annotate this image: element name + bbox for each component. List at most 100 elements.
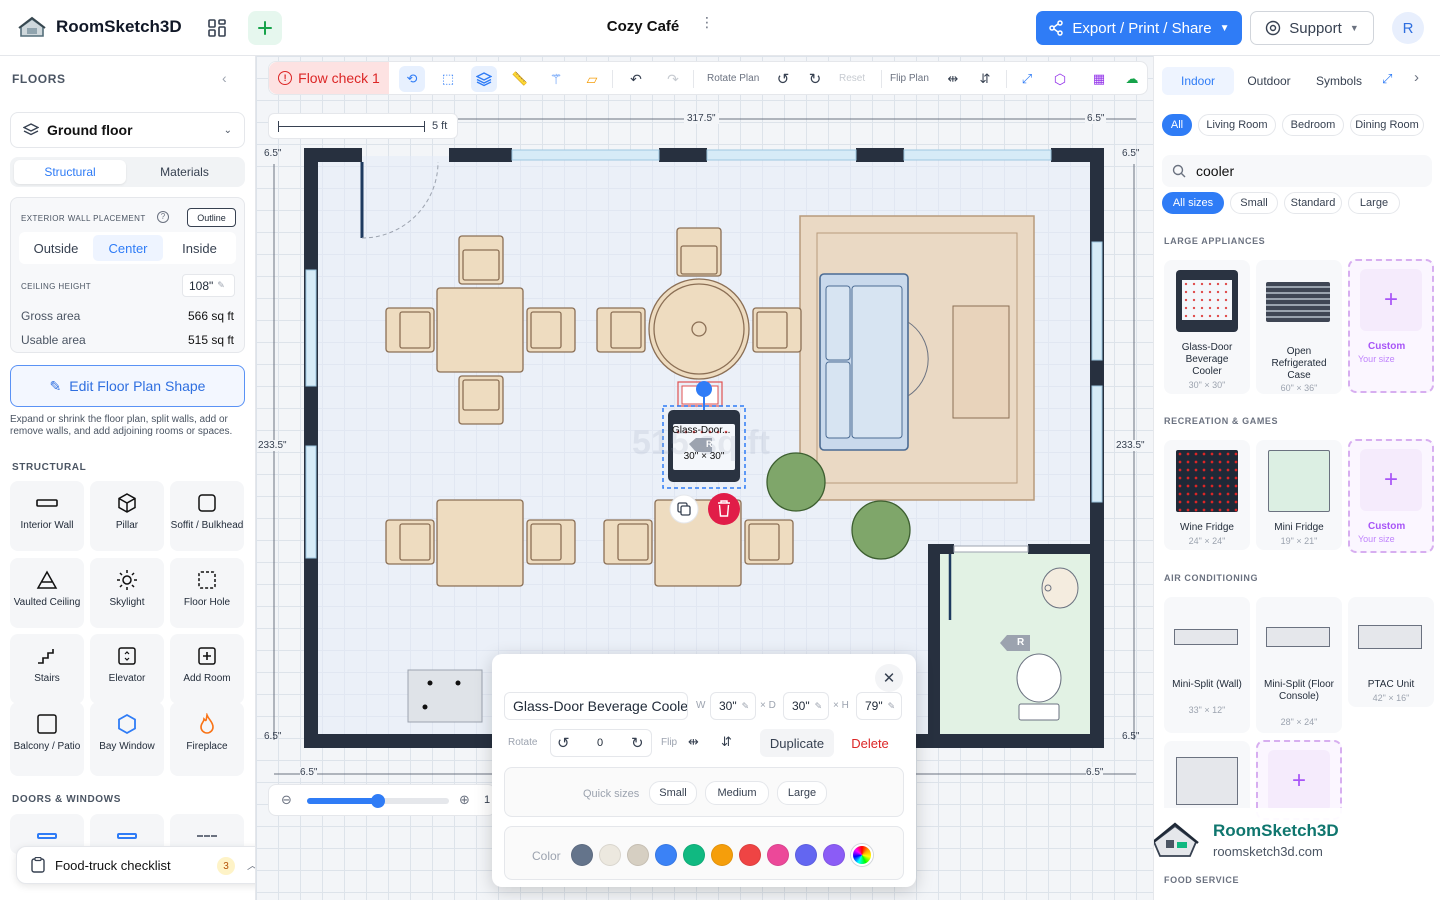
catalog-mini-split-wall[interactable]: Mini-Split (Wall) 33" × 12" <box>1164 597 1250 733</box>
tile-floor-hole[interactable]: Floor Hole <box>170 558 244 628</box>
catalog-ptac-unit[interactable]: PTAC Unit 42" × 16" <box>1348 597 1434 707</box>
tile-pillar[interactable]: Pillar <box>90 481 164 551</box>
zoom-out-icon[interactable]: ⊖ <box>281 792 292 808</box>
catalog-custom-large[interactable]: + Custom Your size <box>1348 259 1434 393</box>
quick-size-medium[interactable]: Medium <box>705 781 769 805</box>
room-chip-bedroom[interactable]: Bedroom <box>1282 114 1344 136</box>
user-avatar[interactable]: R <box>1392 12 1424 44</box>
rotate-left-icon[interactable]: ↺ <box>775 71 791 88</box>
rotate-right-icon[interactable]: ↻ <box>807 71 823 88</box>
delete-button[interactable]: Delete <box>840 729 900 757</box>
room-chip-all[interactable]: All <box>1162 114 1192 136</box>
duplicate-item-icon[interactable] <box>670 495 698 523</box>
magnet-snap-icon[interactable]: ⟲ <box>399 66 425 92</box>
tile-bay-window[interactable]: Bay Window <box>90 702 164 776</box>
export-print-share-button[interactable]: Export / Print / Share ▼ <box>1036 11 1242 45</box>
rotate-cw-icon[interactable]: ↻ <box>631 734 644 752</box>
color-swatch-8[interactable] <box>767 844 789 866</box>
zoom-slider-handle[interactable] <box>371 794 385 808</box>
tile-balcony-patio[interactable]: Balcony / Patio <box>10 702 84 776</box>
size-chip-standard[interactable]: Standard <box>1284 192 1342 214</box>
tab-structural[interactable]: Structural <box>14 160 126 184</box>
flip-vertical-icon[interactable]: ⇵ <box>977 71 993 87</box>
color-swatch-1[interactable] <box>571 844 593 866</box>
flip-horizontal-icon[interactable]: ⇹ <box>688 734 699 750</box>
flip-horizontal-icon[interactable]: ⇹ <box>945 71 961 87</box>
size-chip-small[interactable]: Small <box>1230 192 1278 214</box>
select-cursor-icon[interactable]: ⬚ <box>440 71 456 87</box>
floor-select[interactable]: Ground floor ⌄ <box>10 112 245 148</box>
edit-floor-plan-button[interactable]: ✎ Edit Floor Plan Shape <box>10 365 245 407</box>
quick-size-large[interactable]: Large <box>777 781 827 805</box>
color-swatch-9[interactable] <box>795 844 817 866</box>
expand-panel-icon[interactable]: ⤢ <box>1382 71 1392 87</box>
cloud-save-icon[interactable]: ☁ <box>1124 71 1140 87</box>
rotate-value[interactable]: 0 <box>597 737 603 749</box>
next-tabs-icon[interactable]: › <box>1414 69 1419 86</box>
more-options-icon[interactable]: ⋮ <box>700 15 714 36</box>
undo-icon[interactable]: ↶ <box>628 71 644 87</box>
depth-input[interactable]: 30" ✎ <box>783 692 829 720</box>
zoom-slider[interactable] <box>307 794 449 808</box>
help-circle-icon[interactable]: ? <box>157 211 169 223</box>
quick-size-small[interactable]: Small <box>649 781 697 805</box>
tile-skylight[interactable]: Skylight <box>90 558 164 628</box>
magic-wand-icon[interactable]: ⚚ <box>548 71 564 87</box>
item-name-input[interactable]: Glass-Door Beverage Cooler <box>504 692 688 720</box>
selected-rotate-handle-icon[interactable] <box>700 326 708 334</box>
rotate-ccw-icon[interactable]: ↺ <box>557 734 570 752</box>
tile-fireplace[interactable]: Fireplace <box>170 702 244 776</box>
catalog-custom-recreation[interactable]: + Custom Your size <box>1348 439 1434 553</box>
color-swatch-5[interactable] <box>683 844 705 866</box>
redo-icon[interactable]: ↷ <box>665 71 681 87</box>
room-chip-living-room[interactable]: Living Room <box>1198 114 1276 136</box>
tile-soffit-bulkhead[interactable]: Soffit / Bulkhead <box>170 481 244 551</box>
size-chip-large[interactable]: Large <box>1348 192 1400 214</box>
add-project-button[interactable] <box>248 11 282 45</box>
color-swatch-6[interactable] <box>711 844 733 866</box>
building-icon[interactable]: ▦ <box>1091 71 1107 87</box>
catalog-glass-door-cooler[interactable]: Glass-Door Beverage Cooler 30" × 30" <box>1164 260 1250 394</box>
note-icon[interactable]: ▱ <box>584 71 600 87</box>
size-chip-all-sizes[interactable]: All sizes <box>1162 192 1224 214</box>
color-swatch-3[interactable] <box>627 844 649 866</box>
tab-outdoor[interactable]: Outdoor <box>1234 67 1304 95</box>
tab-materials[interactable]: Materials <box>128 160 241 184</box>
placement-inside[interactable]: Inside <box>163 232 236 264</box>
zoom-in-icon[interactable]: ⊕ <box>459 792 470 808</box>
delete-item-icon[interactable] <box>708 493 740 525</box>
duplicate-button[interactable]: Duplicate <box>760 729 834 757</box>
flip-vertical-icon[interactable]: ⇵ <box>721 734 732 750</box>
color-swatch-2[interactable] <box>599 844 621 866</box>
flow-check-button[interactable]: ! Flow check 1 <box>269 62 389 94</box>
tile-add-room[interactable]: Add Room <box>170 634 244 704</box>
tile-elevator[interactable]: Elevator <box>90 634 164 704</box>
food-truck-checklist[interactable]: Food-truck checklist 3 ︿ <box>16 846 255 884</box>
ceiling-height-input[interactable]: 108" ✎ <box>182 274 235 297</box>
tab-symbols[interactable]: Symbols <box>1304 67 1374 95</box>
tile-stairs[interactable]: Stairs <box>10 634 84 704</box>
layers-stack-icon[interactable] <box>471 66 497 92</box>
tile-interior-wall[interactable]: Interior Wall <box>10 481 84 551</box>
tile-vaulted-ceiling[interactable]: Vaulted Ceiling <box>10 558 84 628</box>
custom-color-wheel-icon[interactable] <box>851 844 873 866</box>
collapse-sidebar-icon[interactable]: ‹ <box>222 70 227 86</box>
height-input[interactable]: 79" ✎ <box>856 692 902 720</box>
color-swatch-4[interactable] <box>655 844 677 866</box>
3d-cube-icon[interactable]: ⬡ <box>1052 71 1068 87</box>
measure-tape-icon[interactable]: 📏 <box>512 71 528 87</box>
room-chip-dining-room[interactable]: Dining Room <box>1350 114 1424 136</box>
support-button[interactable]: Support ▼ <box>1250 11 1374 45</box>
color-swatch-10[interactable] <box>823 844 845 866</box>
color-swatch-7[interactable] <box>739 844 761 866</box>
search-input[interactable]: cooler <box>1162 155 1432 187</box>
width-input[interactable]: 30" ✎ <box>710 692 756 720</box>
placement-center[interactable]: Center <box>93 235 163 261</box>
catalog-mini-fridge[interactable]: Mini Fridge 19" × 21" <box>1256 440 1342 550</box>
tab-indoor[interactable]: Indoor <box>1162 67 1234 95</box>
catalog-open-refrigerated-case[interactable]: Open Refrigerated Case 60" × 36" <box>1256 260 1342 394</box>
catalog-wine-fridge[interactable]: Wine Fridge 24" × 24" <box>1164 440 1250 550</box>
outline-toggle[interactable]: Outline <box>187 208 236 227</box>
catalog-mini-split-floor[interactable]: Mini-Split (Floor Console) 28" × 24" <box>1256 597 1342 733</box>
grid-menu-button[interactable] <box>202 13 232 43</box>
